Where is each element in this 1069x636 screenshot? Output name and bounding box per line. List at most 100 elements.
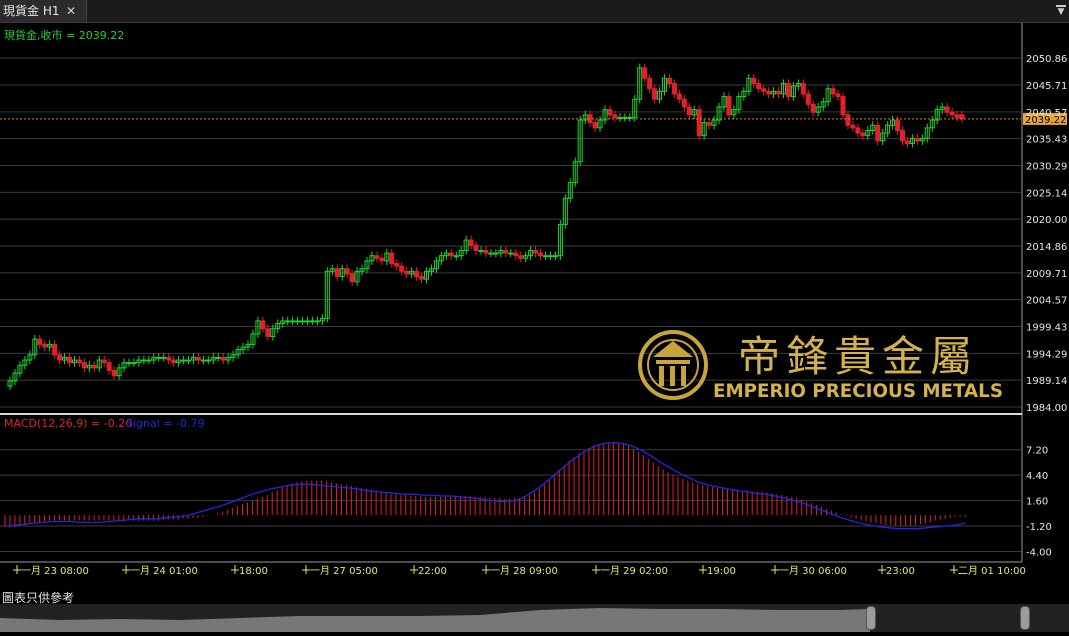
- candle-body: [468, 239, 474, 246]
- x-tick-label: 23:00: [886, 566, 915, 577]
- candle-body: [671, 83, 677, 95]
- candle-body: [503, 249, 509, 254]
- candle-body: [379, 257, 385, 262]
- overview-right-handle[interactable]: [1020, 606, 1030, 630]
- x-tick-label: 22:00: [418, 566, 447, 577]
- candle-body: [171, 359, 177, 364]
- candle-body: [265, 328, 271, 338]
- y-tick-label: 2014.86: [1026, 242, 1067, 253]
- x-tick-label: 一月 28 09:00: [490, 565, 558, 577]
- candle-body: [766, 90, 772, 95]
- candle-body: [205, 359, 211, 362]
- candle-body: [785, 83, 791, 98]
- tab-chart[interactable]: 現貨金 H1 ✕: [0, 0, 87, 22]
- candle-body: [290, 320, 296, 323]
- x-tick-label: 一月 23 08:00: [21, 565, 89, 577]
- y-tick-label: 1984.00: [1026, 403, 1067, 414]
- candle-body: [696, 109, 702, 137]
- candle-body: [414, 270, 420, 278]
- candle-body: [141, 359, 147, 362]
- overview-sparkline: [0, 604, 1026, 632]
- candle-body: [389, 252, 395, 265]
- price-chart[interactable]: 帝鋒貴金屬 EMPERIO PRECIOUS METALS 2039.22 20…: [0, 23, 1069, 589]
- candle-body: [895, 119, 901, 131]
- candle-body: [944, 106, 950, 113]
- y-tick-label: 1999.43: [1026, 322, 1067, 333]
- candle-body: [681, 98, 687, 108]
- y-tick-label: 2009.71: [1026, 269, 1067, 280]
- candle-body: [900, 129, 905, 142]
- macd-title: MACD(12,26,9) = -0.20: [4, 417, 132, 430]
- candle-body: [453, 255, 459, 258]
- candle-body: [156, 356, 162, 359]
- candle-body: [285, 320, 291, 323]
- candle-body: [904, 140, 910, 145]
- y-tick-label: 2020.00: [1026, 215, 1067, 226]
- macd-y-tick-label: 4.40: [1026, 471, 1048, 482]
- candle-body: [543, 255, 548, 258]
- emperio-logo-icon: [638, 330, 708, 400]
- candle-body: [166, 356, 172, 361]
- y-tick-label: 2045.71: [1026, 81, 1067, 92]
- candle-body: [726, 96, 732, 116]
- candle-body: [612, 114, 618, 118]
- watermark-chinese-name: 帝鋒貴金屬: [738, 332, 978, 381]
- candle-body: [146, 359, 152, 362]
- candle-body: [810, 103, 816, 113]
- candle-body: [855, 127, 861, 134]
- y-tick-label: 2050.86: [1026, 54, 1067, 65]
- macd-y-tick-label: -4.00: [1026, 547, 1052, 558]
- candle-body: [488, 252, 494, 255]
- candle-body: [642, 67, 648, 79]
- tab-bar: 現貨金 H1 ✕ ▼: [0, 0, 1069, 23]
- candle-body: [399, 265, 405, 272]
- candle-body: [835, 93, 841, 98]
- y-tick-label: 2030.29: [1026, 161, 1067, 172]
- candle-body: [131, 362, 137, 365]
- candle-body: [845, 114, 851, 126]
- dropdown-menu-icon[interactable]: ▼: [1056, 3, 1066, 17]
- y-tick-label: 2004.57: [1026, 296, 1067, 307]
- candle-body: [394, 263, 400, 267]
- candle-body: [106, 362, 112, 371]
- candle-body: [42, 343, 48, 348]
- candle-body: [706, 122, 712, 126]
- candle-body: [404, 270, 410, 275]
- candle-body: [81, 362, 87, 369]
- candle-body: [220, 356, 226, 361]
- candle-body: [875, 124, 881, 142]
- candle-body: [830, 88, 836, 95]
- chevron-down-icon: ▼: [1057, 7, 1065, 17]
- candle-body: [776, 90, 782, 95]
- candle-body: [914, 137, 920, 142]
- candle-body: [314, 320, 320, 323]
- candle-body: [200, 359, 206, 362]
- candle-body: [195, 356, 201, 361]
- candle-body: [309, 320, 315, 323]
- candle-body: [800, 83, 806, 95]
- macd-y-tick-label: 1.60: [1026, 497, 1048, 508]
- x-tick-label: 二月 01 10:00: [958, 565, 1026, 577]
- candle-body: [52, 343, 58, 356]
- candle-body: [751, 77, 757, 85]
- candle-body: [473, 244, 479, 251]
- candle-body: [305, 320, 310, 323]
- candle-body: [686, 106, 692, 116]
- candle-body: [478, 249, 484, 252]
- candle-body: [161, 356, 167, 359]
- overview-scrollbar[interactable]: [0, 604, 1069, 632]
- candle-body: [483, 249, 489, 254]
- candle-body: [805, 93, 811, 105]
- watermark-english-name: EMPERIO PRECIOUS METALS: [713, 380, 1003, 402]
- candle-body: [954, 114, 960, 118]
- candle-body: [101, 359, 107, 364]
- x-tick-label: 一月 24 01:00: [130, 565, 198, 577]
- candle-body: [374, 255, 380, 259]
- candle-body: [547, 255, 553, 258]
- candle-body: [627, 116, 633, 119]
- overview-left-handle[interactable]: [866, 606, 876, 630]
- candle-body: [508, 252, 514, 255]
- candle-body: [552, 255, 558, 258]
- close-icon[interactable]: ✕: [66, 0, 76, 22]
- x-tick-label: 一月 27 05:00: [310, 565, 378, 577]
